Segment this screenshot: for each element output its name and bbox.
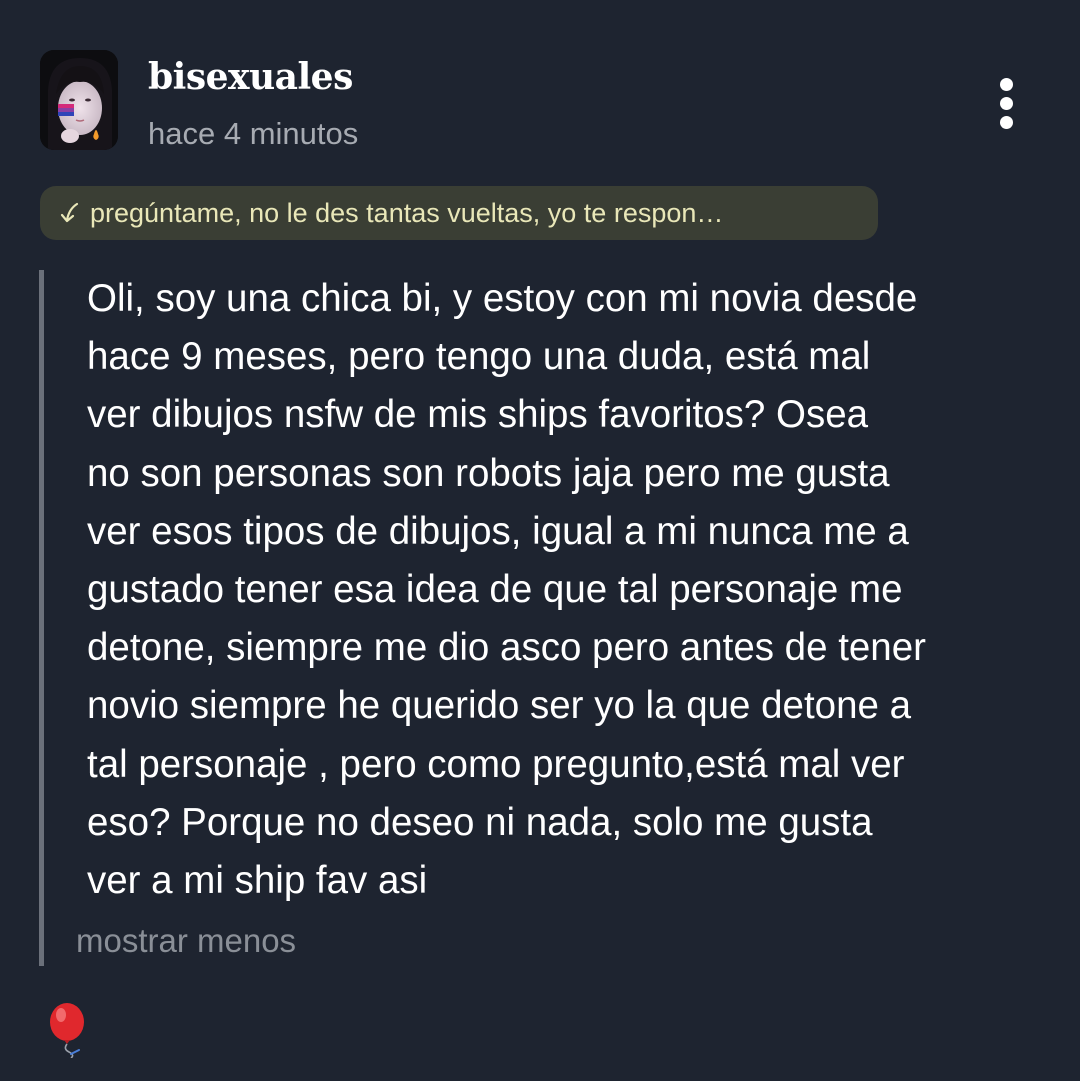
post-body-line: novio siempre he querido ser yo la que d… (87, 684, 912, 728)
question-text: pregúntame, no le des tantas vueltas, yo… (90, 197, 724, 228)
post-body-line: eso? Porque no deseo ni nada, solo me gu… (87, 800, 873, 844)
post-body-line: no son personas son robots jaja pero me … (87, 451, 890, 495)
avatar[interactable] (40, 50, 118, 150)
more-options-button[interactable] (986, 74, 1028, 134)
post-body-line: ver esos tipos de dibujos, igual a mi nu… (87, 509, 909, 553)
post-body-line: hace 9 meses, pero tengo una duda, está … (87, 335, 871, 379)
username[interactable]: bisexuales (148, 56, 353, 98)
post-body-line: ver dibujos nsfw de mis ships favoritos?… (87, 393, 869, 437)
post-body-line: gustado tener esa idea de que tal person… (87, 568, 903, 612)
post-body-line: ver a mi ship fav asi (87, 859, 428, 903)
balloon-icon[interactable] (45, 1002, 93, 1059)
post-body: Oli, soy una chica bi, y estoy con mi no… (87, 270, 1062, 910)
question-pill[interactable]: pregúntame, no le des tantas vueltas, yo… (40, 186, 878, 240)
post-timestamp: hace 4 minutos (148, 116, 359, 151)
post-body-line: detone, siempre me dio asco pero antes d… (87, 626, 926, 670)
post-body-line: Oli, soy una chica bi, y estoy con mi no… (87, 277, 918, 320)
post-body-line: tal personaje , pero como pregunto,está … (87, 742, 905, 786)
reply-arrow-icon (56, 201, 86, 225)
show-less-link[interactable]: mostrar menos (76, 922, 296, 960)
quote-bar (39, 270, 44, 966)
